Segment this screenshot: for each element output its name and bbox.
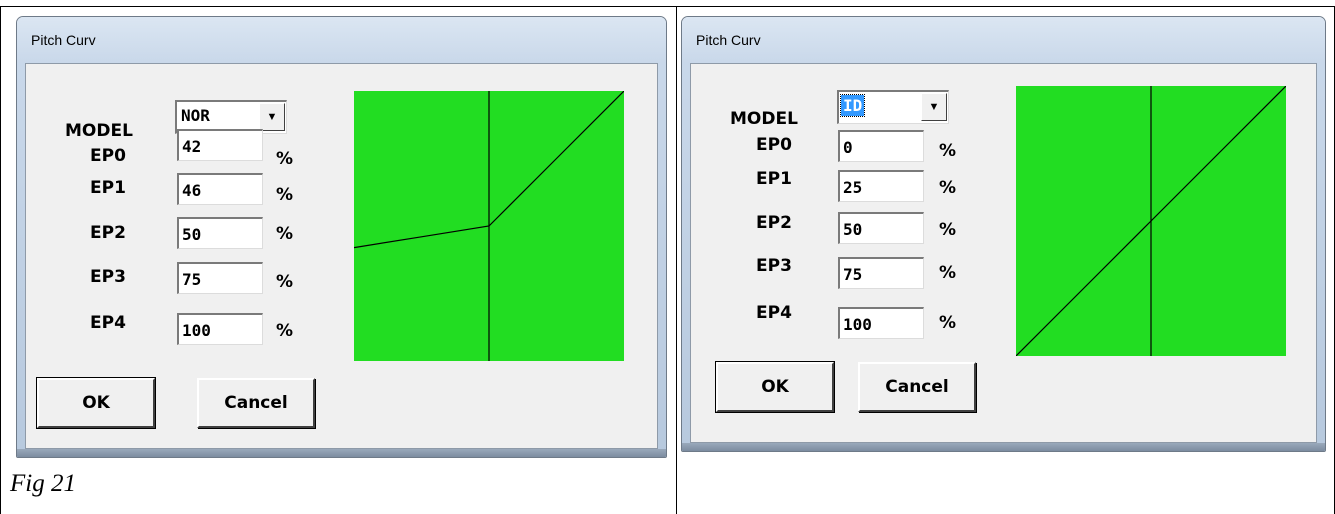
- ep1-input[interactable]: 46: [177, 173, 263, 205]
- ep0-label: EP0: [756, 135, 792, 155]
- ok-button[interactable]: OK: [36, 377, 156, 429]
- ok-button[interactable]: OK: [715, 361, 835, 413]
- ep0-input[interactable]: 42: [177, 129, 263, 161]
- ep4-unit: %: [276, 321, 294, 341]
- ep1-input[interactable]: 25: [838, 170, 924, 202]
- window-frame-left: [17, 63, 25, 457]
- combo-dropdown-arrow-icon[interactable]: ▼: [921, 93, 947, 121]
- ep1-label: EP1: [90, 178, 126, 198]
- ep1-label: EP1: [756, 169, 792, 189]
- ep2-label: EP2: [756, 213, 792, 233]
- pitch-curve-dialog-2: Pitch Curv MODEL ID ▼ EP0 0 % EP1 25 % E…: [681, 16, 1326, 452]
- model-label: MODEL: [730, 109, 798, 129]
- ep0-unit: %: [939, 141, 957, 161]
- ep0-input[interactable]: 0: [838, 130, 924, 162]
- ep0-unit: %: [276, 149, 294, 169]
- ep2-unit: %: [939, 220, 957, 240]
- dialog-title: Pitch Curv: [31, 32, 96, 48]
- ep4-unit: %: [939, 313, 957, 333]
- ep2-input[interactable]: 50: [838, 212, 924, 244]
- ep4-label: EP4: [756, 303, 792, 323]
- dialog-title: Pitch Curv: [696, 32, 761, 48]
- model-combo-value: NOR: [181, 106, 210, 125]
- title-bar[interactable]: Pitch Curv: [682, 17, 1325, 63]
- ep0-label: EP0: [90, 146, 126, 166]
- ep3-label: EP3: [90, 267, 126, 287]
- window-frame-bottom: [682, 443, 1325, 451]
- pitch-curve-dialog-1: Pitch Curv MODEL NOR ▼ EP0 42 % EP1 46 %…: [16, 16, 667, 458]
- combo-dropdown-arrow-icon[interactable]: ▼: [259, 103, 285, 131]
- ep3-input[interactable]: 75: [838, 257, 924, 289]
- ep3-unit: %: [939, 263, 957, 283]
- model-combo-value: ID: [839, 94, 866, 117]
- model-label: MODEL: [65, 121, 133, 141]
- title-bar[interactable]: Pitch Curv: [17, 17, 666, 63]
- cancel-button[interactable]: Cancel: [197, 378, 315, 428]
- cancel-button[interactable]: Cancel: [858, 362, 976, 412]
- pitch-curve-graph: [1016, 86, 1286, 356]
- model-combo[interactable]: ID ▼: [837, 90, 949, 124]
- ep2-label: EP2: [90, 223, 126, 243]
- window-frame-right: [658, 63, 666, 457]
- ep1-unit: %: [276, 185, 294, 205]
- pitch-curve-graph: [354, 91, 624, 361]
- window-frame-right: [1317, 63, 1325, 451]
- ep3-label: EP3: [756, 256, 792, 276]
- ep4-input[interactable]: 100: [838, 307, 924, 339]
- window-frame-left: [682, 63, 690, 451]
- ep3-unit: %: [276, 272, 294, 292]
- figure-caption: Fig 21: [10, 470, 76, 497]
- ep3-input[interactable]: 75: [177, 262, 263, 294]
- window-frame-bottom: [17, 449, 666, 457]
- ep2-unit: %: [276, 224, 294, 244]
- ep4-label: EP4: [90, 313, 126, 333]
- ep1-unit: %: [939, 178, 957, 198]
- ep2-input[interactable]: 50: [177, 217, 263, 249]
- ep4-input[interactable]: 100: [177, 313, 263, 345]
